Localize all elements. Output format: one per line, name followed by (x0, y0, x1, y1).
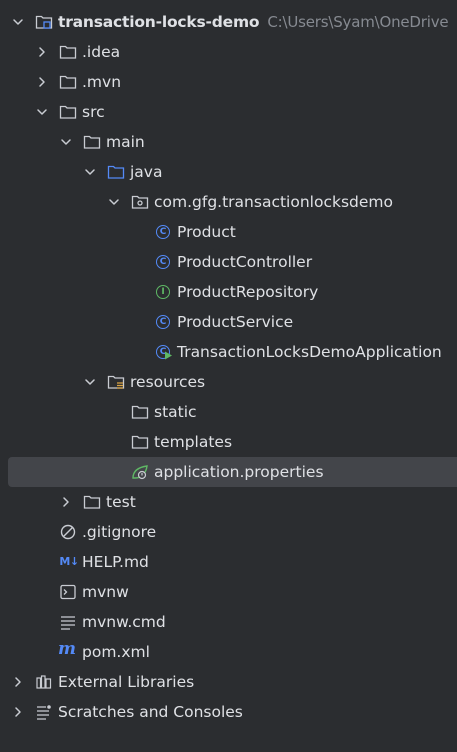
tree-item-package[interactable]: com.gfg.transactionlocksdemo (0, 187, 457, 217)
folder-icon (83, 494, 101, 510)
chevron-down-icon[interactable] (82, 367, 98, 397)
class-icon: C (154, 254, 172, 270)
tree-item-mvnw[interactable]: mvnw (0, 577, 457, 607)
tree-item-test[interactable]: test (0, 487, 457, 517)
tree-item-label: resources (130, 373, 206, 391)
ignore-file-icon (59, 524, 77, 540)
maven-icon: m (58, 639, 76, 659)
tree-item-external-libraries[interactable]: External Libraries (0, 667, 457, 697)
libraries-icon (35, 674, 53, 690)
tree-item-label: application.properties (154, 463, 324, 481)
chevron-right-icon[interactable] (10, 697, 26, 727)
chevron-down-icon[interactable] (58, 127, 74, 157)
tree-item-mvnw-cmd[interactable]: mvnw.cmd (0, 607, 457, 637)
project-name: transaction-locks-demo (58, 13, 260, 31)
tree-item-label: TransactionLocksDemoApplication (177, 343, 442, 361)
project-name-label: transaction-locks-demo C:\Users\Syam\OneD… (58, 7, 449, 37)
chevron-down-icon[interactable] (82, 157, 98, 187)
chevron-right-icon[interactable] (58, 487, 74, 517)
folder-icon (131, 404, 149, 420)
run-icon (165, 351, 172, 360)
project-tree: transaction-locks-demo C:\Users\Syam\OneD… (0, 7, 457, 727)
markdown-icon: M↓ (59, 555, 79, 568)
folder-icon (59, 74, 77, 90)
chevron-down-icon[interactable] (10, 7, 26, 37)
tree-item-label: .idea (82, 43, 121, 61)
tree-item-label: pom.xml (82, 643, 150, 661)
package-icon (131, 194, 149, 210)
tree-item-label: Product (177, 223, 236, 241)
folder-icon (83, 134, 101, 150)
tree-item-label: .mvn (82, 73, 122, 91)
class-icon: C (154, 224, 172, 240)
folder-icon (59, 104, 77, 120)
tree-item-label: ProductController (177, 253, 313, 271)
tree-item-product-controller[interactable]: C ProductController (0, 247, 457, 277)
chevron-down-icon[interactable] (34, 97, 50, 127)
folder-icon (59, 44, 77, 60)
tree-item-label: mvnw.cmd (82, 613, 166, 631)
tree-item-java[interactable]: java (0, 157, 457, 187)
tree-item-label: ProductRepository (177, 283, 319, 301)
tree-item-label: test (106, 493, 136, 511)
tree-item-resources[interactable]: resources (0, 367, 457, 397)
scratches-icon (35, 704, 53, 720)
tree-item-src[interactable]: src (0, 97, 457, 127)
folder-icon (131, 434, 149, 450)
tree-item-label: Scratches and Consoles (58, 703, 243, 721)
tree-item-scratches[interactable]: Scratches and Consoles (0, 697, 457, 727)
project-path: C:\Users\Syam\OneDrive (267, 13, 449, 31)
resources-folder-icon (107, 374, 125, 390)
chevron-right-icon[interactable] (10, 667, 26, 697)
tree-item-application-properties[interactable]: application.properties (0, 457, 457, 487)
tree-item-mvn[interactable]: .mvn (0, 67, 457, 97)
tree-item-product-repository[interactable]: I ProductRepository (0, 277, 457, 307)
project-module-folder-icon (35, 14, 53, 30)
shell-script-icon (59, 584, 77, 600)
tree-item-main[interactable]: main (0, 127, 457, 157)
spring-properties-icon (131, 464, 149, 480)
chevron-right-icon[interactable] (34, 37, 50, 67)
tree-item-application-class[interactable]: C TransactionLocksDemoApplication (0, 337, 457, 367)
tree-item-label: src (82, 103, 105, 121)
tree-item-label: HELP.md (82, 553, 149, 571)
class-icon: C (154, 314, 172, 330)
tree-item-help-md[interactable]: M↓ HELP.md (0, 547, 457, 577)
tree-item-label: static (154, 403, 197, 421)
tree-item-pom-xml[interactable]: m pom.xml (0, 637, 457, 667)
tree-item-idea[interactable]: .idea (0, 37, 457, 67)
tree-item-label: com.gfg.transactionlocksdemo (154, 193, 393, 211)
chevron-right-icon[interactable] (34, 67, 50, 97)
tree-item-project-root[interactable]: transaction-locks-demo C:\Users\Syam\OneD… (0, 7, 457, 37)
tree-item-label: ProductService (177, 313, 294, 331)
tree-item-label: main (106, 133, 145, 151)
tree-item-label: mvnw (82, 583, 129, 601)
chevron-down-icon[interactable] (106, 187, 122, 217)
tree-item-label: java (130, 163, 163, 181)
tree-item-static[interactable]: static (0, 397, 457, 427)
tree-item-label: External Libraries (58, 673, 195, 691)
source-folder-icon (107, 164, 125, 180)
tree-item-label: templates (154, 433, 233, 451)
tree-item-product-service[interactable]: C ProductService (0, 307, 457, 337)
tree-item-gitignore[interactable]: .gitignore (0, 517, 457, 547)
tree-item-templates[interactable]: templates (0, 427, 457, 457)
tree-item-product[interactable]: C Product (0, 217, 457, 247)
interface-icon: I (154, 284, 172, 300)
text-file-icon (59, 614, 77, 630)
spring-boot-class-icon: C (154, 344, 172, 360)
tree-item-label: .gitignore (82, 523, 157, 541)
